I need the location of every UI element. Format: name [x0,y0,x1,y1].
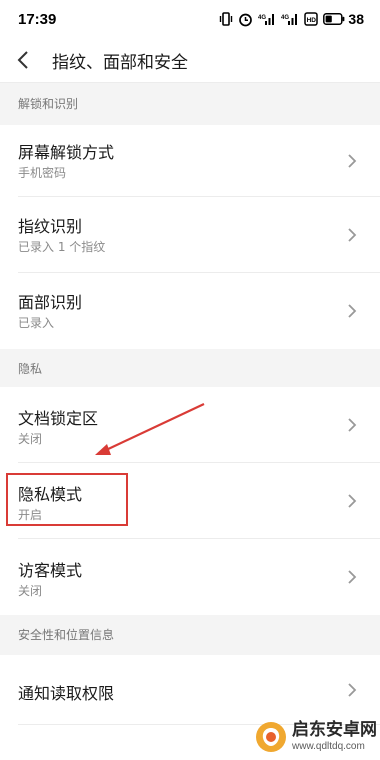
section-header-privacy: 隐私 [0,349,380,387]
battery: 38 [323,11,364,27]
settings-item-subtitle: 关闭 [18,432,43,446]
settings-item-title: 屏幕解锁方式 [18,143,115,162]
status-time: 17:39 [18,11,57,28]
settings-item-subtitle: 已录入 [18,316,55,330]
signal-icon: 4G [281,14,298,25]
section-header-security: 安全性和位置信息 [0,615,380,655]
watermark: 启东安卓网 www.qdltdq.com [254,716,378,758]
back-button[interactable] [10,46,38,74]
watermark-logo-icon [256,722,286,752]
chevron-right-icon [348,418,357,432]
vibrate-icon [220,12,233,26]
settings-item-title: 指纹识别 [18,217,83,236]
settings-item-guest-mode[interactable]: 访客模式 关闭 [0,539,380,615]
status-icons: 4G 4G HD 38 [219,10,364,28]
watermark-text-group: 启东安卓网 www.qdltdq.com [292,722,377,752]
section-header-unlock: 解锁和识别 [0,83,380,125]
settings-item-face[interactable]: 面部识别 已录入 [0,273,380,349]
signal-icon: 4G [258,14,275,25]
svg-text:HD: HD [307,17,317,24]
hd-icon: HD [304,12,319,26]
status-bar: 17:39 4G 4G HD 38 [0,0,380,38]
chevron-right-icon [348,683,357,697]
settings-item-title: 访客模式 [18,561,83,580]
chevron-right-icon [348,228,357,242]
settings-item-fingerprint[interactable]: 指纹识别 已录入 1 个指纹 [0,197,380,273]
svg-text:4G: 4G [281,15,289,21]
watermark-text: 启东安卓网 [292,720,377,740]
settings-item-notification-access[interactable]: 通知读取权限 [0,655,380,725]
chevron-right-icon [348,154,357,168]
page-title: 指纹、面部和安全 [52,53,188,73]
settings-item-subtitle: 手机密码 [18,166,67,180]
alarm-icon [239,13,253,26]
chevron-left-icon [17,51,28,69]
settings-item-screen-lock[interactable]: 屏幕解锁方式 手机密码 [0,125,380,197]
chevron-right-icon [348,570,357,584]
battery-icon [323,13,345,25]
chevron-right-icon [348,494,357,508]
settings-item-title: 文档锁定区 [18,409,99,428]
settings-item-title: 面部识别 [18,293,83,312]
battery-level: 38 [348,11,364,27]
chevron-right-icon [348,304,357,318]
annotation-highlight-box [6,473,128,526]
title-bar: 指纹、面部和安全 [0,38,380,83]
settings-item-subtitle: 关闭 [18,584,43,598]
watermark-url: www.qdltdq.com [292,741,365,752]
settings-item-subtitle: 已录入 1 个指纹 [18,240,106,254]
svg-text:4G: 4G [258,15,266,21]
settings-item-title: 通知读取权限 [18,684,115,703]
settings-item-document-lock[interactable]: 文档锁定区 关闭 [0,387,380,463]
